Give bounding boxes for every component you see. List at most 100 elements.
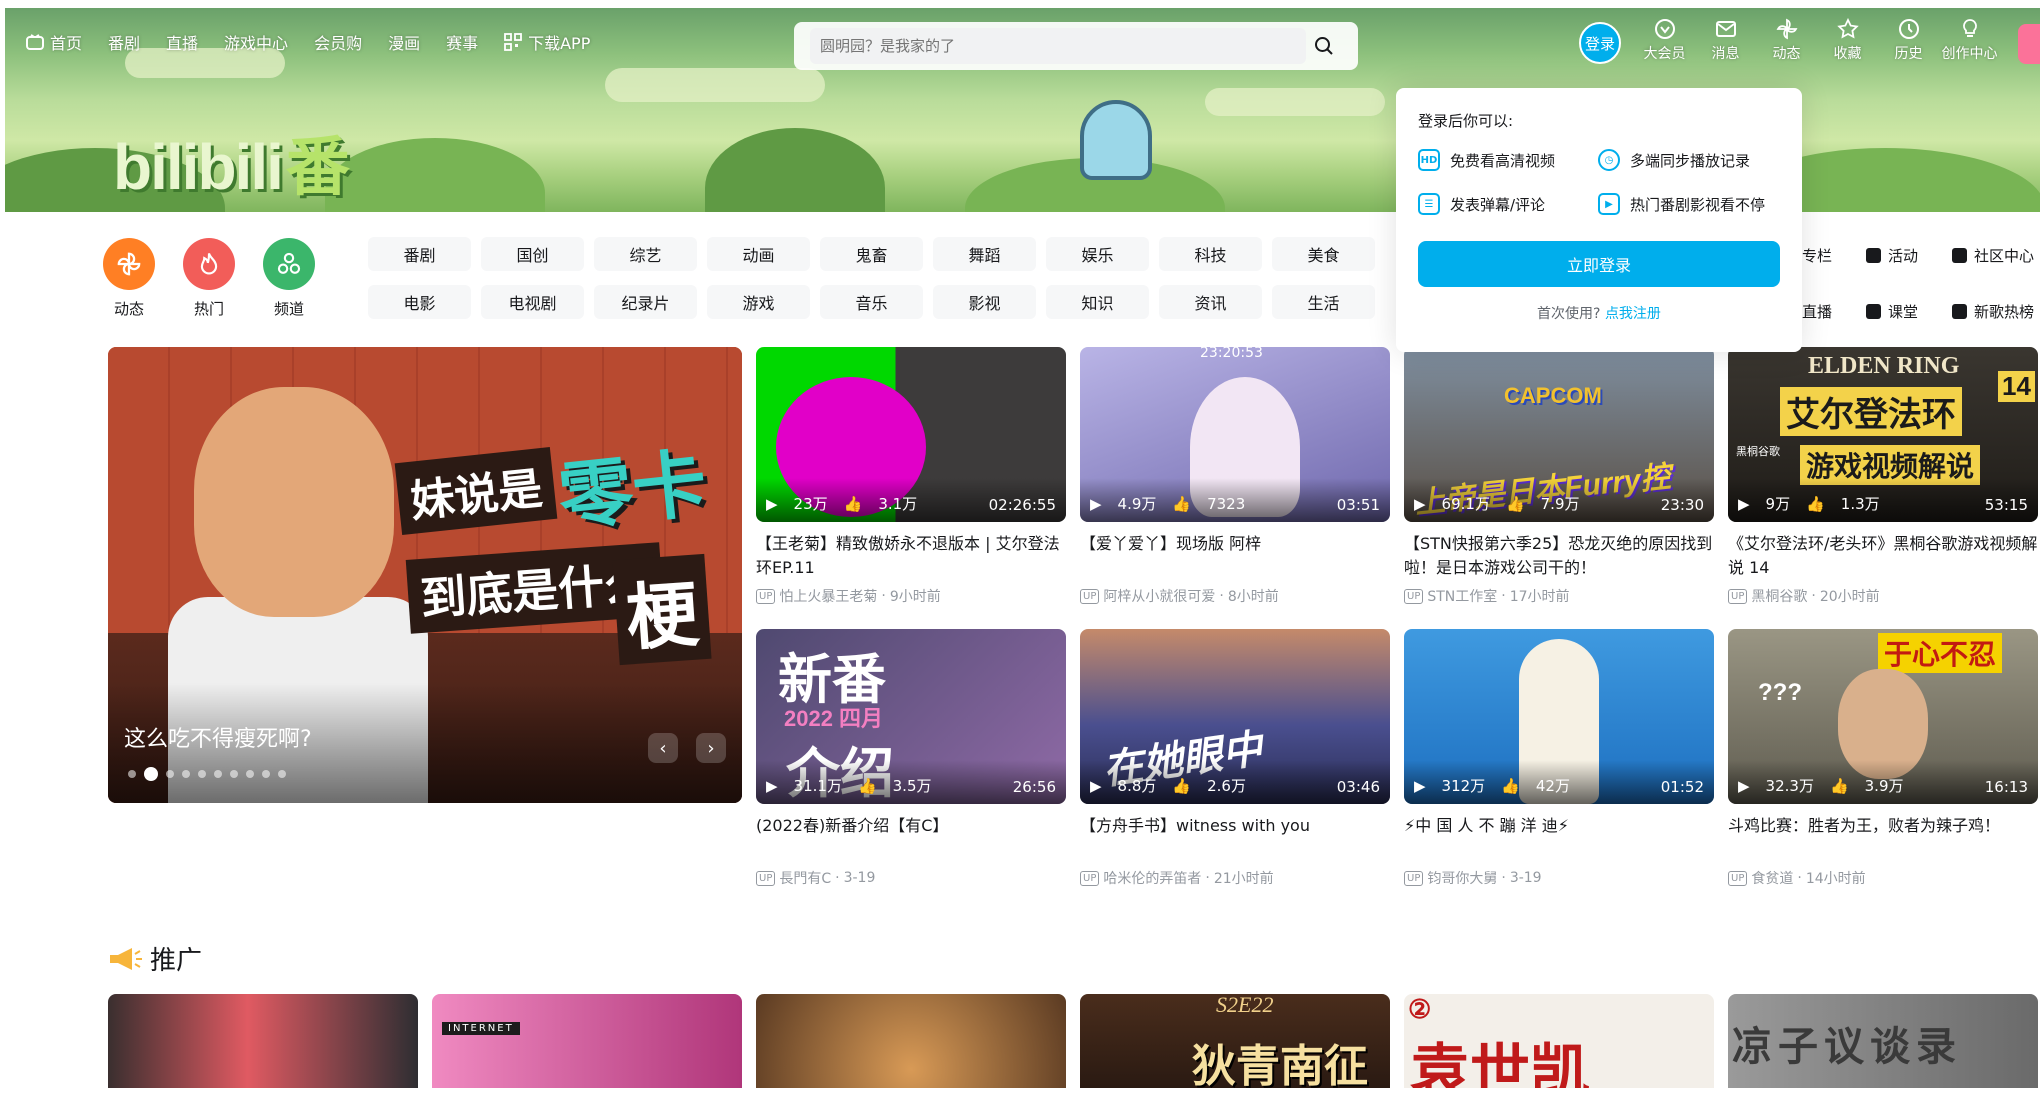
tag-life[interactable]: 生活: [1272, 285, 1375, 319]
video-title[interactable]: 斗鸡比赛：胜者为王，败者为辣子鸡！: [1728, 814, 2038, 862]
carousel-dot[interactable]: [214, 770, 222, 778]
carousel-dot[interactable]: [198, 770, 206, 778]
tag-music[interactable]: 音乐: [820, 285, 923, 319]
video-thumbnail[interactable]: 于心不忍 ??? ▶ 32.3万 👍 3.9万 16:13: [1728, 629, 2038, 804]
shortcut-hot[interactable]: 热门: [183, 238, 235, 319]
shortcut-dynamic[interactable]: 动态: [103, 238, 155, 319]
tag-film-tv[interactable]: 影视: [933, 285, 1036, 319]
link-music-chart[interactable]: 新歌热榜: [1952, 296, 2038, 326]
carousel-next-button[interactable]: ›: [696, 733, 726, 763]
carousel-prev-button[interactable]: ‹: [648, 733, 678, 763]
video-card[interactable]: ▶ 312万 👍 42万 01:52 ⚡中 国 人 不 蹦 洋 迪⚡ UP 钧哥你大舅 ·…: [1404, 629, 1714, 893]
video-title[interactable]: 《艾尔登法环/老头环》黑桐谷歌游戏视频解说 14: [1728, 532, 2038, 580]
video-title[interactable]: ⚡中 国 人 不 蹦 洋 迪⚡: [1404, 814, 1714, 862]
video-title[interactable]: (2022春)新番介绍【有C】: [756, 814, 1066, 862]
promo-thumbnail[interactable]: 凉子议谈录: [1728, 994, 2038, 1088]
video-thumbnail[interactable]: ▶ 312万 👍 42万 01:52: [1404, 629, 1714, 804]
tag-variety[interactable]: 综艺: [594, 237, 697, 271]
tag-animation[interactable]: 动画: [707, 237, 810, 271]
nav-member-shop[interactable]: 会员购: [314, 30, 362, 54]
carousel-dot[interactable]: [166, 770, 174, 778]
search-input[interactable]: [810, 28, 1306, 64]
carousel-dot[interactable]: [262, 770, 270, 778]
nav-live[interactable]: 直播: [166, 30, 198, 54]
video-author[interactable]: 阿梓从小就很可爱: [1103, 586, 1215, 606]
carousel-dot[interactable]: [128, 770, 136, 778]
login-now-button[interactable]: 立即登录: [1418, 241, 1780, 287]
video-card[interactable]: 在她眼中 ▶8.8万👍2.6万 03:46 【方舟手书】witness with…: [1080, 629, 1390, 893]
tag-tv-drama[interactable]: 电视剧: [481, 285, 584, 319]
video-stats: ▶ 32.3万 👍 3.9万: [1738, 775, 1904, 796]
video-thumbnail[interactable]: 新番 2022 四月 介绍 ▶31.1万👍3.5万 26:56: [756, 629, 1066, 804]
carousel-dot[interactable]: [230, 770, 238, 778]
video-author[interactable]: 黑桐谷歌: [1751, 586, 1807, 606]
video-thumbnail[interactable]: 在她眼中 ▶8.8万👍2.6万 03:46: [1080, 629, 1390, 804]
carousel-dot[interactable]: [278, 770, 286, 778]
tag-food[interactable]: 美食: [1272, 237, 1375, 271]
video-author[interactable]: 食贫道: [1751, 868, 1793, 888]
tag-documentary[interactable]: 纪录片: [594, 285, 697, 319]
tag-entertainment[interactable]: 娱乐: [1046, 237, 1149, 271]
shortcut-channels[interactable]: 频道: [263, 238, 315, 319]
promo-thumbnail[interactable]: [108, 994, 418, 1088]
promo-thumbnail[interactable]: INTERNET: [432, 994, 742, 1088]
video-title[interactable]: 【方舟手书】witness with you: [1080, 814, 1390, 862]
login-avatar-button[interactable]: 登录: [1579, 22, 1621, 64]
upload-button[interactable]: [2018, 24, 2040, 64]
nav-esports[interactable]: 赛事: [446, 30, 478, 54]
nav-download-app[interactable]: 下载APP: [504, 30, 590, 54]
promo-thumbnail[interactable]: [756, 994, 1066, 1088]
link-activity[interactable]: 活动: [1866, 240, 1952, 270]
video-thumbnail[interactable]: ELDEN RING 艾尔登法环 14 游戏视频解说 黑桐谷歌 ▶ 9万 👍 1.3万…: [1728, 347, 2038, 522]
nav-favorites[interactable]: 收藏: [1817, 18, 1878, 63]
video-title[interactable]: 【王老菊】精致傲娇永不退版本 | 艾尔登法环EP.11: [756, 532, 1066, 580]
video-title[interactable]: 【爱丫爱丫】现场版 阿梓: [1080, 532, 1390, 580]
promo-thumbnail[interactable]: ② 袁世凯: [1404, 994, 1714, 1088]
nav-game-center[interactable]: 游戏中心: [224, 30, 288, 54]
clock-icon: [1898, 19, 1919, 39]
video-thumbnail[interactable]: CAPCOM 上帝是日本Furry控 ▶69.1万👍7.9万 23:30: [1404, 347, 1714, 522]
video-author[interactable]: STN工作室: [1427, 586, 1497, 606]
bilibili-logo[interactable]: bilibili番: [113, 116, 350, 208]
nav-messages[interactable]: 消息: [1695, 18, 1756, 63]
video-author[interactable]: 長門有C: [779, 868, 831, 888]
video-card[interactable]: 于心不忍 ??? ▶ 32.3万 👍 3.9万 16:13 斗鸡比赛：胜者为王，败者为…: [1728, 629, 2038, 893]
video-card[interactable]: ▶ 23万 👍 3.1万 02:26:55 【王老菊】精致傲娇永不退版本 | 艾尔登法…: [756, 347, 1066, 611]
tag-kichiku[interactable]: 鬼畜: [820, 237, 923, 271]
promo-thumbnail[interactable]: S2E22 狄青南征: [1080, 994, 1390, 1088]
featured-carousel[interactable]: 妹说是 零卡 到底是什么 梗 这么吃不得瘦死啊? ‹ ›: [108, 347, 742, 803]
video-thumbnail[interactable]: ▶ 23万 👍 3.1万 02:26:55: [756, 347, 1066, 522]
nav-vip[interactable]: 大会员: [1634, 18, 1695, 63]
video-author[interactable]: 钧哥你大舅: [1427, 868, 1497, 888]
video-author[interactable]: 怕上火暴王老菊: [779, 586, 877, 606]
tag-news[interactable]: 资讯: [1159, 285, 1262, 319]
video-author[interactable]: 哈米伦的弄笛者: [1103, 868, 1201, 888]
carousel-dot[interactable]: [144, 767, 158, 781]
tag-guochuang[interactable]: 国创: [481, 237, 584, 271]
tag-movie[interactable]: 电影: [368, 285, 471, 319]
carousel-dot[interactable]: [246, 770, 254, 778]
tag-anime[interactable]: 番剧: [368, 237, 471, 271]
register-link[interactable]: 点我注册: [1605, 306, 1661, 322]
nav-creator-center[interactable]: 创作中心: [1939, 18, 2000, 63]
tag-game[interactable]: 游戏: [707, 285, 810, 319]
video-card[interactable]: CAPCOM 上帝是日本Furry控 ▶69.1万👍7.9万 23:30 【ST…: [1404, 347, 1714, 611]
tag-knowledge[interactable]: 知识: [1046, 285, 1149, 319]
link-classroom[interactable]: 课堂: [1866, 296, 1952, 326]
carousel-title[interactable]: 这么吃不得瘦死啊?: [124, 721, 312, 753]
video-card[interactable]: ELDEN RING 艾尔登法环 14 游戏视频解说 黑桐谷歌 ▶ 9万 👍 1.3万…: [1728, 347, 2038, 611]
tag-tech[interactable]: 科技: [1159, 237, 1262, 271]
video-card[interactable]: 新番 2022 四月 介绍 ▶31.1万👍3.5万 26:56 (2022春)新…: [756, 629, 1066, 893]
nav-home[interactable]: 首页: [26, 30, 82, 54]
video-thumbnail[interactable]: 23:20:53 ▶ 4.9万 👍 7323 03:51: [1080, 347, 1390, 522]
video-title[interactable]: 【STN快报第六季25】恐龙灭绝的原因找到啦！是日本游戏公司干的！: [1404, 532, 1714, 580]
search-button[interactable]: [1306, 28, 1342, 64]
link-community[interactable]: 社区中心: [1952, 240, 2038, 270]
nav-anime[interactable]: 番剧: [108, 30, 140, 54]
nav-manga[interactable]: 漫画: [388, 30, 420, 54]
carousel-dot[interactable]: [182, 770, 190, 778]
tag-dance[interactable]: 舞蹈: [933, 237, 1036, 271]
nav-dynamic[interactable]: 动态: [1756, 18, 1817, 63]
nav-history[interactable]: 历史: [1878, 18, 1939, 63]
video-card[interactable]: 23:20:53 ▶ 4.9万 👍 7323 03:51 【爱丫爱丫】现场版 阿梓 U…: [1080, 347, 1390, 611]
